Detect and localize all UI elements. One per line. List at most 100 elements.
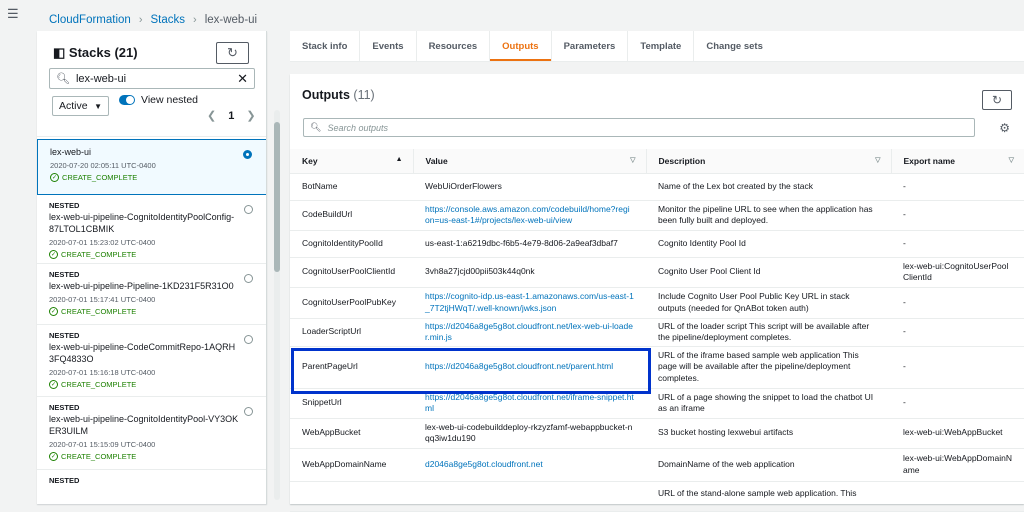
toggle-switch[interactable] [119,95,135,105]
output-value-link[interactable]: https://d2046a8ge5g8ot.cloudfront.net/le… [413,318,646,347]
column-header-value[interactable]: Value ▽ [412,149,646,174]
breadcrumb-stacks[interactable]: Stacks [151,14,186,26]
status-text: CREATE_COMPLETE [61,380,137,389]
output-export: - [891,230,1024,258]
stack-name[interactable]: lex-web-ui-pipeline-CognitoIdentityPoolC… [49,211,239,235]
list-item[interactable]: NESTED lex-web-ui-pipeline-Pipeline-1KD2… [37,264,266,325]
output-value-link[interactable]: https://d2046a8ge5g8ot.cloudfront.net/pa… [413,346,646,389]
sort-icon[interactable]: ▽ [630,156,635,164]
output-value: us-east-1:a6219dbc-f6b5-4e79-8d06-2a9eaf… [413,230,646,258]
stack-name[interactable]: lex-web-ui [50,146,240,158]
list-item[interactable]: NESTED lex-web-ui-pipeline-CodeCommitRep… [37,325,266,397]
list-item[interactable]: lex-web-ui 2020-07-20 02:05:11 UTC-0400 … [37,139,266,195]
status-text: CREATE_COMPLETE [61,307,137,316]
output-export: - [891,287,1024,319]
table-row: SnippetUrl https://d2046a8ge5g8ot.cloudf… [290,388,1024,419]
output-description: DomainName of the web application [646,448,891,482]
stack-date: 2020-07-01 15:17:41 UTC-0400 [49,295,156,304]
stack-status: ✓ CREATE_COMPLETE [50,173,254,182]
nested-badge: NESTED [49,201,80,210]
output-value-link[interactable]: https://cognito-idp.us-east-1.amazonaws.… [413,287,646,319]
outputs-refresh-button[interactable]: ↻ [982,90,1012,110]
outputs-title: Outputs (11) [302,88,375,102]
column-header-export-name[interactable]: Export name ▽ [890,149,1024,174]
sort-icon[interactable]: ▽ [1009,156,1014,164]
tab-stack-info[interactable]: Stack info [290,31,361,61]
list-item[interactable]: NESTED lex-web-ui-pipeline-CognitoIdenti… [37,397,266,470]
close-icon[interactable]: ✕ [237,71,248,87]
output-key: CognitoUserPoolClientId [290,257,413,288]
outputs-search-placeholder: Search outputs [327,122,388,133]
stack-radio[interactable] [244,335,253,344]
refresh-icon: ↻ [227,45,238,60]
column-label: Key [302,155,318,166]
table-row: LoaderScriptUrl https://d2046a8ge5g8ot.c… [290,318,1024,347]
sort-icon[interactable]: ▽ [875,156,880,164]
status-text: CREATE_COMPLETE [62,173,138,182]
output-key: CodeBuildUrl [290,200,413,231]
output-export: - [891,200,1024,231]
output-value: 3vh8a27jcjd00pii503k44q0nk [413,257,646,288]
tab-parameters[interactable]: Parameters [552,31,629,61]
menu-icon[interactable]: ☰ [7,6,19,22]
check-circle-icon: ✓ [49,250,58,259]
output-value-link[interactable]: https://console.aws.amazon.com/codebuild… [413,200,646,231]
output-key: WebAppBucket [290,418,413,449]
stack-status: ✓ CREATE_COMPLETE [49,380,255,389]
tab-outputs[interactable]: Outputs [490,31,552,61]
stack-name[interactable]: lex-web-ui-pipeline-Pipeline-1KD231F5R31… [49,280,239,292]
table-row: BotName WebUiOrderFlowers Name of the Le… [290,173,1024,201]
sort-ascending-icon[interactable]: ▲ [396,156,403,163]
breadcrumb: CloudFormation › Stacks › lex-web-ui [49,14,257,26]
stacks-panel-title: ◧ Stacks (21) [53,45,138,61]
output-key: LoaderScriptUrl [290,318,413,347]
stack-radio[interactable] [244,407,253,416]
stack-name[interactable]: lex-web-ui-pipeline-CognitoIdentityPool-… [49,413,239,437]
output-export: - [891,173,1024,201]
output-key: CognitoUserPoolPubKey [290,287,413,319]
stack-radio[interactable] [243,150,252,159]
nested-badge: NESTED [49,331,80,340]
gear-icon[interactable]: ⚙ [999,121,1010,135]
status-filter-select[interactable]: Active ▼ [52,96,109,116]
table-row: CognitoUserPoolClientId 3vh8a27jcjd00pii… [290,257,1024,288]
output-description: S3 bucket hosting lexwebui artifacts [646,418,891,449]
output-key: BotName [290,173,413,201]
chevron-left-icon[interactable]: ❮ [207,109,216,122]
view-nested-toggle[interactable]: View nested [119,94,198,106]
table-header-row: Key ▲ Value ▽ Description ▽ Export name ▽ [290,149,1024,174]
list-item[interactable]: NESTED lex-web-ui-pipeline-CognitoIdenti… [37,195,266,264]
tab-change-sets[interactable]: Change sets [694,31,775,61]
stack-radio[interactable] [244,274,253,283]
stacks-refresh-button[interactable]: ↻ [216,42,249,64]
output-export: lex-web-ui:CognitoUserPoolClientId [891,257,1024,288]
tab-events[interactable]: Events [360,31,417,61]
list-item[interactable]: NESTED [37,470,266,500]
output-value-link[interactable]: d2046a8ge5g8ot.cloudfront.net [413,448,646,482]
tab-template[interactable]: Template [628,31,695,61]
outputs-search-input[interactable]: 🔍︎ Search outputs [303,118,975,137]
table-row: CognitoIdentityPoolId us-east-1:a6219dbc… [290,230,1024,258]
output-description: Monitor the pipeline URL to see when the… [646,200,891,231]
column-header-key[interactable]: Key ▲ [290,149,413,174]
chevron-right-icon: › [138,14,143,26]
stacks-search-value: lex-web-ui [75,72,127,85]
output-value-link[interactable]: https://d2046a8ge5g8ot.cloudfront.net/if… [413,388,646,419]
stacks-search-input[interactable]: 🔍︎ lex-web-ui ✕ [49,68,255,89]
output-description: Include Cognito User Pool Public Key URL… [646,287,891,319]
panel-collapse-icon[interactable]: ◧ [53,45,65,60]
stack-radio[interactable] [244,205,253,214]
page-number[interactable]: 1 [228,110,234,122]
check-circle-icon: ✓ [49,452,58,461]
chevron-right-icon[interactable]: ❯ [246,109,255,122]
nested-badge: NESTED [49,270,80,279]
table-row: WebAppDomainName d2046a8ge5g8ot.cloudfro… [290,448,1024,482]
breadcrumb-cloudformation[interactable]: CloudFormation [49,14,131,26]
tab-resources[interactable]: Resources [417,31,491,61]
stacks-scrollbar-thumb[interactable] [274,122,280,272]
output-value [413,481,646,512]
column-header-description[interactable]: Description ▽ [645,149,891,174]
stack-name[interactable]: lex-web-ui-pipeline-CodeCommitRepo-1AQRH… [49,341,239,365]
output-value: WebUiOrderFlowers [413,173,646,201]
output-export [891,481,1024,512]
